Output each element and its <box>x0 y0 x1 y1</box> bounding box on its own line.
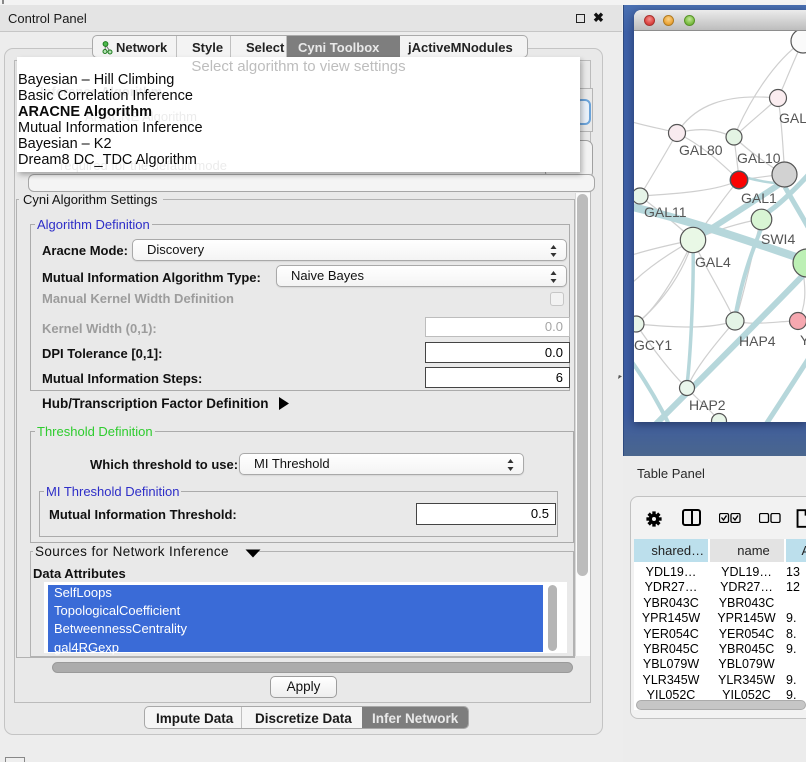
svg-text:GAL4: GAL4 <box>695 254 731 270</box>
svg-text:HAP4: HAP4 <box>739 333 776 349</box>
svg-text:GAL80: GAL80 <box>679 142 723 158</box>
svg-text:SWI4: SWI4 <box>761 231 795 247</box>
svg-text:GAL11: GAL11 <box>644 204 687 220</box>
svg-text:GAL10: GAL10 <box>737 150 781 166</box>
svg-text:GAL7: GAL7 <box>779 110 806 126</box>
svg-text:Y: Y <box>800 332 806 348</box>
svg-text:GAL1: GAL1 <box>741 190 777 206</box>
svg-text:HAP2: HAP2 <box>689 397 726 413</box>
svg-text:GCY1: GCY1 <box>634 337 672 353</box>
